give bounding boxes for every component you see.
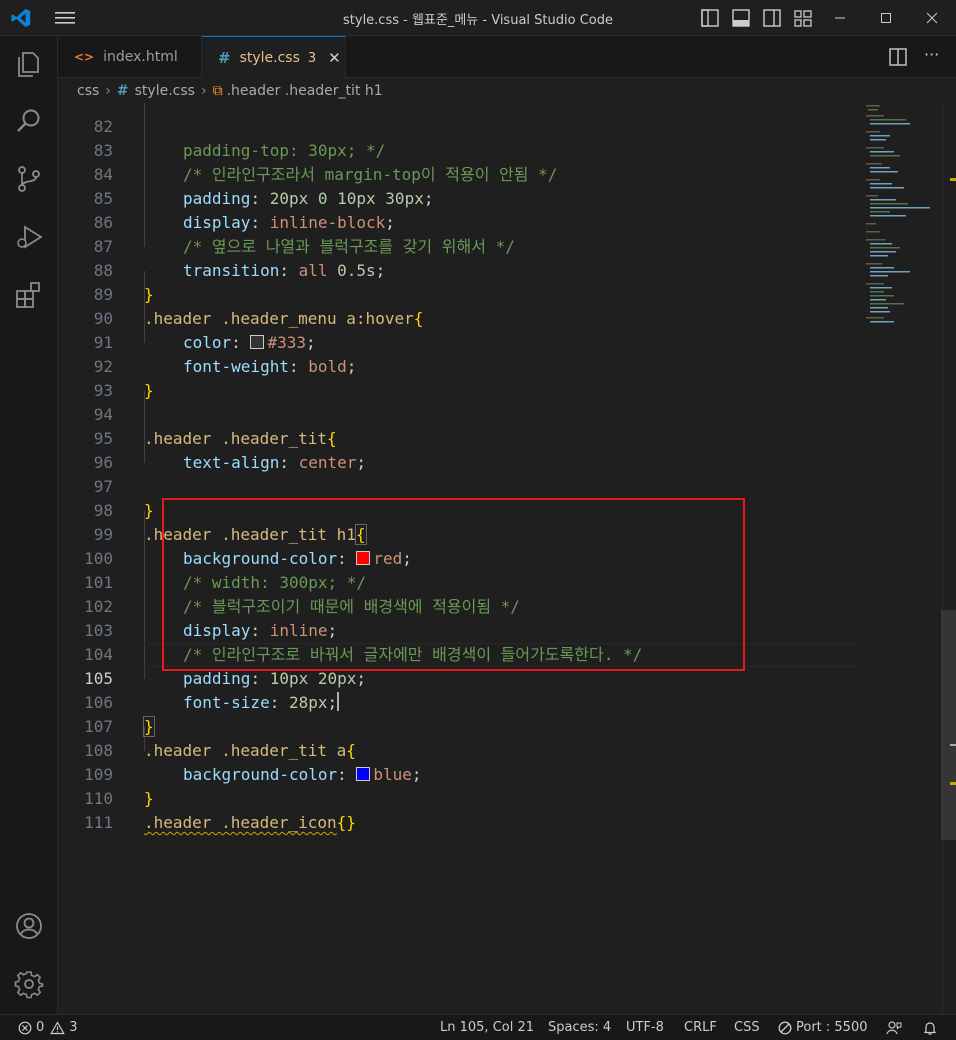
live-server-status[interactable]: Port : 5500 xyxy=(778,1020,868,1035)
encoding-status[interactable]: UTF-8 xyxy=(626,1020,664,1035)
search-icon[interactable] xyxy=(14,106,44,136)
vscode-logo-icon xyxy=(11,8,31,28)
css-file-icon: # xyxy=(218,49,231,67)
toggle-secondary-sidebar-icon[interactable] xyxy=(762,8,782,28)
explorer-icon[interactable] xyxy=(14,48,44,78)
code-line: 97 } xyxy=(58,451,860,520)
warning-icon xyxy=(50,1020,66,1034)
customize-layout-icon[interactable] xyxy=(793,8,813,28)
code-line: 95 text-align: center; xyxy=(58,403,860,472)
more-actions-icon[interactable]: ··· xyxy=(924,45,948,69)
tab-problems-badge: 3 xyxy=(307,50,317,66)
title-bar: style.css - 웹표준_메뉴 - Visual Studio Code xyxy=(0,0,956,36)
scrollbar-warning-marker xyxy=(950,178,956,181)
code-line: 108 background-color: blue; xyxy=(58,715,860,784)
line-number: 111 xyxy=(84,813,113,832)
run-debug-icon[interactable] xyxy=(14,222,44,252)
code-line: 94 .header .header_tit{ xyxy=(58,379,860,448)
settings-gear-icon[interactable] xyxy=(14,969,44,999)
code-line: 93 xyxy=(58,355,860,400)
tab-style-css[interactable]: # style.css 3 ✕ xyxy=(202,36,346,79)
vertical-scrollbar[interactable] xyxy=(942,103,956,1014)
code-line: 111 xyxy=(58,787,860,832)
toggle-panel-icon[interactable] xyxy=(731,8,751,28)
status-bar: 0 3 Ln 105, Col 21 Spaces: 4 UTF-8 CRLF … xyxy=(0,1014,956,1040)
error-count: 0 xyxy=(36,1020,45,1035)
warning-count: 3 xyxy=(69,1020,78,1035)
scrollbar-thumb[interactable] xyxy=(941,610,956,840)
css-selector: .header .header_icon xyxy=(144,813,337,832)
eol-status[interactable]: CRLF xyxy=(684,1020,717,1035)
html-file-icon: <> xyxy=(74,50,95,64)
code-line: 88 } xyxy=(58,235,860,304)
code-line: 89 .header .header_menu a:hover{ xyxy=(58,259,860,328)
code-line: 96 xyxy=(58,427,860,472)
code-line: 84 padding: 20px 0 10px 30px; xyxy=(58,139,860,208)
minimize-icon xyxy=(835,17,845,19)
activity-bar xyxy=(0,36,58,1014)
editor-tabs: <> index.html # style.css 3 ✕ ··· xyxy=(58,36,956,79)
source-control-icon[interactable] xyxy=(14,164,44,194)
annotation-highlight-box xyxy=(162,498,745,671)
breadcrumb: css › # style.css › ⧉ .header .header_ti… xyxy=(58,79,956,103)
css-file-icon: # xyxy=(116,83,129,99)
close-window-button[interactable] xyxy=(912,4,952,32)
tab-label: style.css xyxy=(239,50,300,66)
minimize-button[interactable] xyxy=(820,4,860,32)
hamburger-menu-icon[interactable] xyxy=(54,8,76,28)
close-icon xyxy=(926,12,938,24)
code-line: 83 /* 인라인구조라서 margin-top이 적용이 안됨 */ xyxy=(58,115,860,184)
code-line: 98 .header .header_tit h1{ xyxy=(58,475,860,545)
maximize-icon xyxy=(881,13,891,23)
code-line: 87 transition: all 0.5s; xyxy=(58,211,860,280)
live-server-port: Port : 5500 xyxy=(796,1020,868,1035)
breadcrumb-symbol[interactable]: .header .header_tit h1 xyxy=(227,83,383,99)
code-line: 86 /* 옆으로 나열과 블럭구조를 갖기 위해서 */ xyxy=(58,187,860,256)
problems-status[interactable]: 0 3 xyxy=(18,1020,78,1035)
code-line: 109 } xyxy=(58,739,860,808)
scrollbar-cursor-marker xyxy=(950,744,956,746)
tab-close-icon[interactable]: ✕ xyxy=(328,49,341,67)
maximize-button[interactable] xyxy=(866,4,906,32)
symbol-class-icon: ⧉ xyxy=(212,83,223,99)
tab-label: index.html xyxy=(103,49,178,65)
code-line: 110 .header .header_icon{} xyxy=(58,763,860,832)
no-entry-icon xyxy=(778,1021,792,1034)
breadcrumb-file[interactable]: style.css xyxy=(135,83,195,99)
split-editor-icon[interactable] xyxy=(888,47,908,67)
cursor-position[interactable]: Ln 105, Col 21 xyxy=(440,1020,534,1035)
chevron-right-icon: › xyxy=(105,83,111,99)
code-line: 91 font-weight: bold; xyxy=(58,307,860,376)
toggle-primary-sidebar-icon[interactable] xyxy=(700,8,720,28)
tab-index-html[interactable]: <> index.html xyxy=(58,36,202,78)
notifications-bell-icon[interactable] xyxy=(922,1020,938,1036)
code-line: 107 .header .header_tit a{ xyxy=(58,691,860,760)
indentation-status[interactable]: Spaces: 4 xyxy=(548,1020,611,1035)
feedback-icon[interactable] xyxy=(886,1020,902,1036)
scrollbar-warning-marker xyxy=(950,782,956,785)
chevron-right-icon: › xyxy=(200,83,207,99)
code-line: 90 color: #333; xyxy=(58,283,860,352)
code-line: 82 padding-top: 30px; */ xyxy=(58,103,860,160)
error-icon xyxy=(18,1021,32,1034)
language-mode[interactable]: CSS xyxy=(734,1020,760,1035)
minimap[interactable] xyxy=(860,103,944,333)
extensions-icon[interactable] xyxy=(14,280,44,310)
breadcrumb-folder[interactable]: css xyxy=(77,83,99,99)
code-line: 85 display: inline-block; xyxy=(58,163,860,232)
code-line: 92 } xyxy=(58,331,860,400)
accounts-icon[interactable] xyxy=(14,911,44,941)
